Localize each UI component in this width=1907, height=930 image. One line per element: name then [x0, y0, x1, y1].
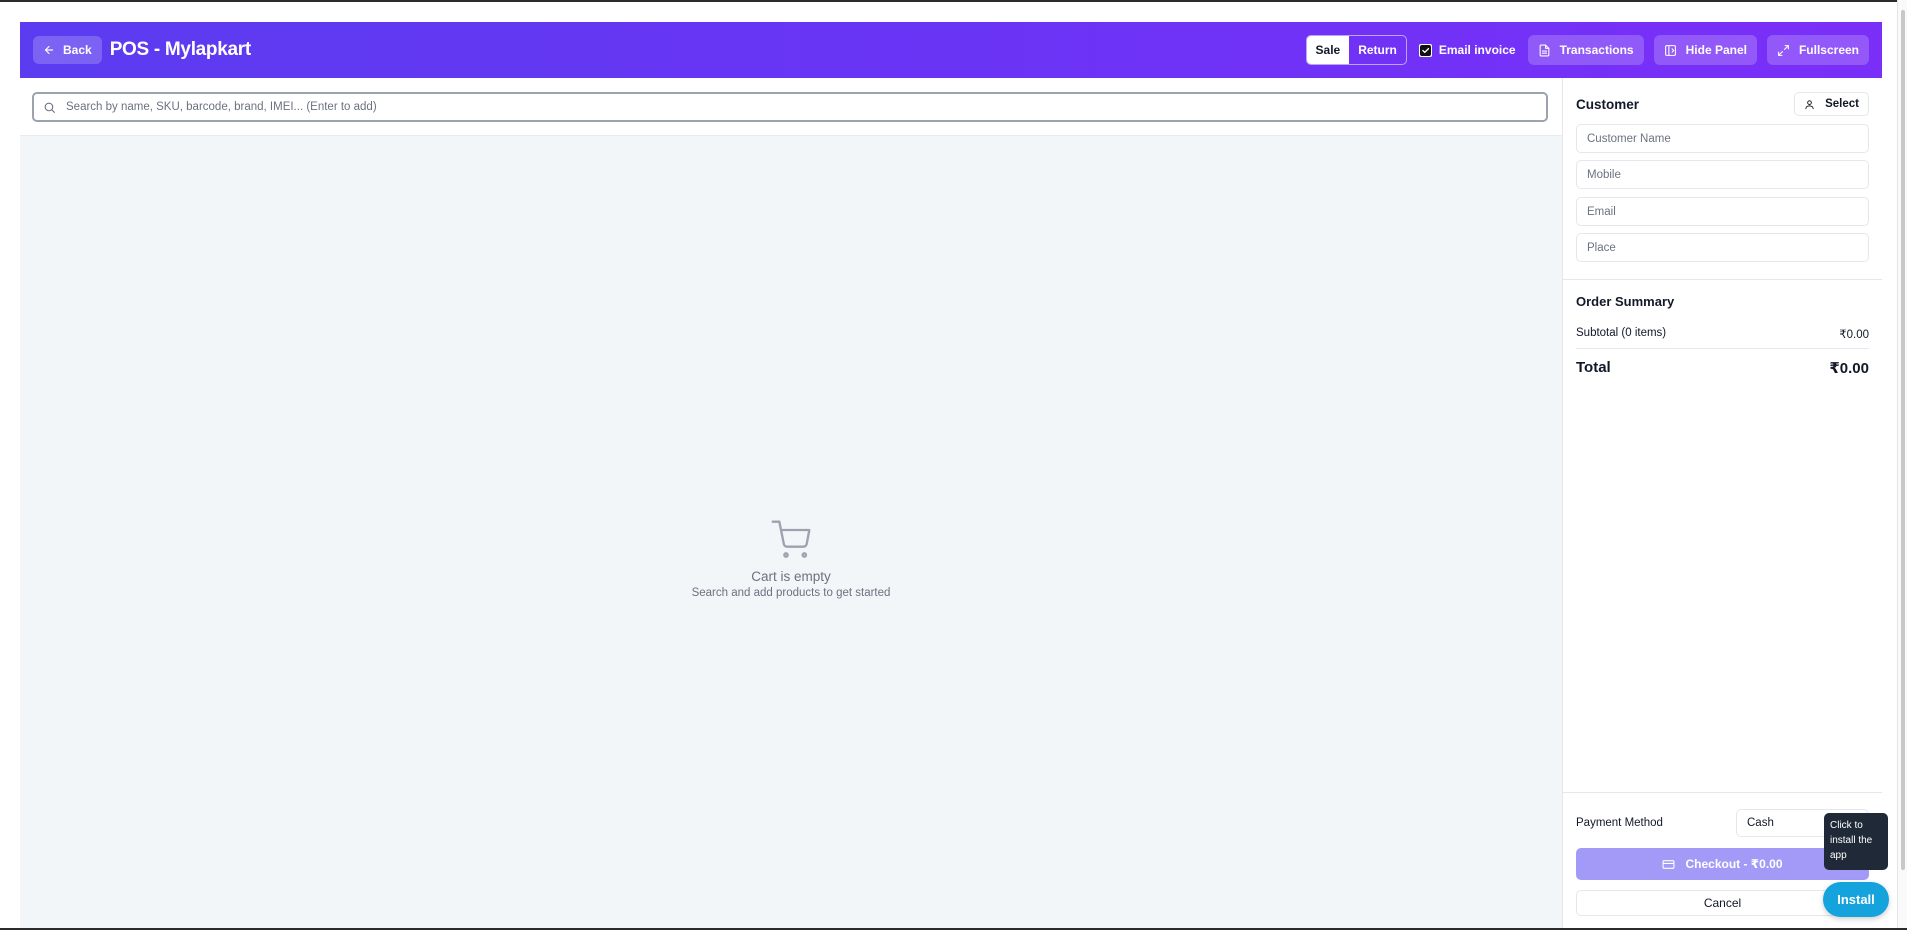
payment-divider: [1563, 792, 1882, 793]
section-divider: [1563, 279, 1882, 280]
back-label: Back: [63, 43, 92, 57]
summary-divider: [1576, 348, 1869, 349]
panel-icon: [1664, 44, 1676, 56]
search-input[interactable]: [66, 101, 1526, 113]
subtotal-label: Subtotal (0 items): [1576, 327, 1667, 339]
customer-header: Customer Select: [1576, 92, 1869, 116]
payment-method-label: Payment Method: [1576, 817, 1663, 829]
scrollbar-thumb[interactable]: [1901, 10, 1905, 870]
total-row: Total ₹0.00: [1576, 359, 1869, 377]
expand-icon: [1778, 44, 1789, 56]
empty-cart-subtitle: Search and add products to get started: [691, 587, 891, 599]
order-summary-title: Order Summary: [1576, 294, 1675, 309]
transactions-label: Transactions: [1559, 43, 1634, 57]
total-label: Total: [1576, 359, 1611, 376]
fullscreen-button[interactable]: Fullscreen: [1766, 35, 1869, 65]
customer-title: Customer: [1576, 96, 1640, 112]
install-tooltip: Click to install the app: [1824, 813, 1888, 870]
install-app-button[interactable]: Install: [1823, 882, 1889, 917]
fullscreen-label: Fullscreen: [1798, 43, 1859, 57]
page-scrollbar[interactable]: [1897, 0, 1907, 930]
email-field[interactable]: Email: [1576, 197, 1869, 226]
side-panel: Customer Select Customer Name Mobile Ema…: [1562, 78, 1882, 930]
mobile-field[interactable]: Mobile: [1576, 160, 1869, 189]
cart-area: Cart is empty Search and add products to…: [20, 78, 1562, 930]
hide-panel-label: Hide Panel: [1685, 43, 1747, 57]
checkmark-icon: [1419, 44, 1431, 56]
product-search[interactable]: [32, 92, 1548, 122]
window-top-border: [0, 0, 1907, 2]
top-header: Back POS - Mylapkart Sale Return Email i…: [20, 22, 1882, 78]
checkbox-box[interactable]: [1418, 43, 1432, 57]
select-label: Select: [1825, 98, 1859, 110]
mode-sale-button[interactable]: Sale: [1306, 36, 1350, 64]
pos-app: Back POS - Mylapkart Sale Return Email i…: [20, 22, 1882, 930]
user-icon: [1805, 99, 1814, 109]
hide-panel-button[interactable]: Hide Panel: [1653, 35, 1757, 65]
credit-card-icon: [1663, 859, 1675, 869]
checkout-label: Checkout - ₹0.00: [1685, 857, 1783, 871]
subtotal-value: ₹0.00: [1839, 329, 1869, 341]
select-customer-button[interactable]: Select: [1794, 92, 1869, 116]
search-icon: [44, 102, 55, 113]
place-field[interactable]: Place: [1576, 233, 1869, 262]
document-icon: [1539, 44, 1549, 56]
mode-return-button[interactable]: Return: [1349, 36, 1406, 64]
transactions-button[interactable]: Transactions: [1527, 35, 1644, 65]
subtotal-row: Subtotal (0 items) ₹0.00: [1576, 327, 1869, 341]
customer-name-field[interactable]: Customer Name: [1576, 124, 1869, 153]
total-value: ₹0.00: [1829, 360, 1869, 377]
back-button[interactable]: Back: [33, 36, 102, 64]
empty-cart-title: Cart is empty: [751, 569, 831, 584]
empty-cart-state: Cart is empty Search and add products to…: [20, 520, 1562, 599]
header-actions: Sale Return Email invoice Transactions H…: [1305, 35, 1869, 65]
shopping-cart-icon: [771, 520, 811, 558]
search-bar: [20, 78, 1562, 136]
email-invoice-checkbox[interactable]: Email invoice: [1417, 43, 1518, 57]
email-invoice-label: Email invoice: [1438, 43, 1516, 57]
arrow-left-icon: [44, 45, 54, 55]
page-title: POS - Mylapkart: [109, 39, 252, 60]
mode-toggle: Sale Return: [1305, 35, 1407, 65]
